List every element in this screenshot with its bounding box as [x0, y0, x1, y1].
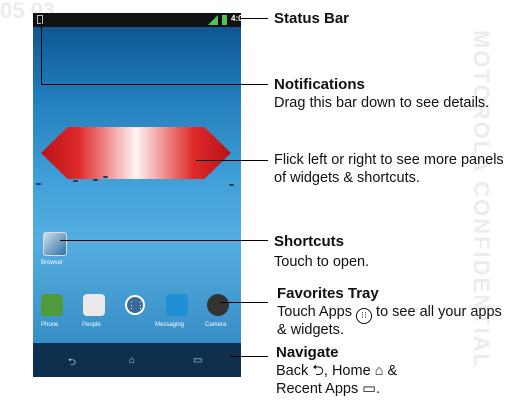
wallpaper-detail [229, 184, 234, 186]
browser-shortcut-icon[interactable] [43, 232, 67, 256]
navigate-amp: & [387, 363, 398, 379]
apps-button[interactable]: ⋮⋮ [125, 295, 145, 315]
notification-icon[interactable] [37, 15, 43, 24]
navigate-recent-label: Recent Apps [276, 381, 359, 397]
navigate-text-line1: Back ⮌, Home ⌂ & [276, 362, 397, 380]
callout-line-status-bar [241, 18, 268, 19]
tray-label-camera: Camera [205, 322, 227, 328]
back-inline-icon: ⮌ [312, 363, 324, 379]
favorites-title: Favorites Tray [277, 285, 379, 302]
wallpaper-detail [36, 183, 41, 185]
wallpaper-detail [93, 179, 98, 181]
status-time: 4:00 [231, 14, 241, 23]
callout-line-notifications [41, 84, 268, 85]
favorites-tray: Phone People ⋮⋮ Messaging Camera [33, 291, 241, 333]
navigate-period: . [375, 381, 380, 397]
camera-app-icon[interactable] [207, 294, 229, 316]
navigate-title: Navigate [276, 344, 339, 361]
notifications-title: Notifications [274, 76, 365, 93]
status-bar-title: Status Bar [274, 10, 350, 27]
panel-flick-indicator[interactable] [41, 127, 231, 179]
tray-label-people: People [82, 322, 101, 328]
shortcuts-text: Touch to open. [274, 254, 370, 270]
phone-app-icon[interactable] [41, 294, 63, 316]
callout-line-shortcuts [60, 240, 268, 241]
messaging-app-icon[interactable] [166, 294, 188, 316]
home-inline-icon: ⌂ [374, 363, 384, 379]
callout-line-favorites [220, 302, 268, 303]
callout-line-panels [196, 160, 268, 161]
recent-apps-inline-icon: ▭ [362, 381, 376, 397]
shortcuts-title: Shortcuts [274, 233, 345, 250]
navigate-back-label: Back [276, 363, 309, 379]
status-bar[interactable]: 4:00 [33, 13, 241, 27]
apps-inline-icon: ⁝⁝ [356, 308, 373, 324]
recent-apps-icon[interactable]: ▭ [193, 355, 202, 366]
tray-label-phone: Phone [41, 322, 59, 328]
wallpaper-detail [73, 180, 78, 182]
favorites-text-before: Touch Apps [277, 304, 352, 320]
navigate-text-line2: Recent Apps ▭. [276, 380, 380, 398]
navigation-bar: ⮌ ⌂ ▭ [33, 343, 241, 377]
signal-icon [208, 15, 218, 25]
wallpaper-detail [103, 176, 108, 178]
battery-icon [222, 15, 227, 25]
browser-shortcut-label: Browser [41, 260, 64, 266]
phone-screen: 4:00 Browser Phone People ⋮⋮ Messaging C… [33, 13, 241, 377]
callout-line-notifications-vertical [41, 16, 42, 84]
favorites-text-after: to see all your apps [376, 304, 502, 320]
notifications-text: Drag this bar down to see details. [274, 95, 490, 111]
navigate-home-label: , Home [323, 363, 371, 379]
panels-text-line1: Flick left or right to see more panels [274, 152, 504, 168]
callout-line-navigate [230, 356, 268, 357]
tray-label-messaging: Messaging [155, 322, 185, 328]
home-icon[interactable]: ⌂ [129, 355, 135, 366]
panels-text-line2: of widgets & shortcuts. [274, 170, 420, 186]
people-app-icon[interactable] [83, 294, 105, 316]
back-icon[interactable]: ⮌ [68, 355, 76, 372]
favorites-text-line2: & widgets. [277, 322, 344, 338]
